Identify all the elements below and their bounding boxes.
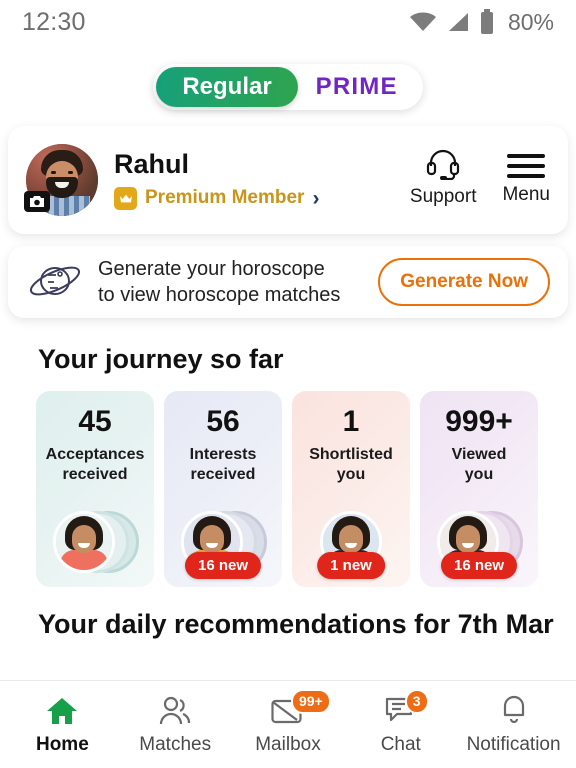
bell-icon — [499, 694, 529, 728]
profile-thumbnail — [53, 511, 115, 573]
header-actions: Support Menu — [410, 148, 550, 212]
wifi-icon — [409, 12, 436, 31]
journey-label-line2: you — [336, 466, 366, 483]
horoscope-line1: Generate your horoscope — [98, 257, 325, 280]
membership-row[interactable]: Premium Member › — [114, 186, 410, 210]
bottom-navigation: Home Matches 99+ Mailbox 3 Chat Notifica… — [0, 680, 576, 768]
journey-card-shortlisted[interactable]: 1 Shortlisted you 1 new — [292, 391, 410, 587]
nav-label: Matches — [139, 733, 212, 755]
nav-item-notification[interactable]: Notification — [460, 694, 568, 756]
nav-item-mailbox[interactable]: 99+ Mailbox — [234, 688, 342, 756]
membership-label: Premium Member — [145, 187, 305, 209]
journey-cards: 45 Acceptances received 56 Interests rec… — [0, 375, 576, 587]
chat-badge: 3 — [404, 688, 429, 714]
plan-toggle[interactable]: Regular PRIME — [153, 64, 423, 110]
battery-icon — [480, 9, 493, 34]
journey-label: Shortlisted you — [309, 445, 393, 485]
profile-texts: Rahul Premium Member › — [114, 149, 410, 210]
nav-label: Home — [35, 733, 89, 755]
status-time: 12:30 — [22, 7, 86, 36]
journey-thumbs — [36, 511, 154, 573]
hamburger-icon — [507, 148, 546, 178]
toggle-option-prime[interactable]: PRIME — [284, 67, 420, 107]
horoscope-text: Generate your horoscope to view horoscop… — [98, 256, 378, 309]
journey-label-line1: Shortlisted — [309, 446, 393, 463]
nav-label: Mailbox — [255, 733, 321, 755]
status-indicators: 80% — [409, 9, 554, 36]
battery-percent: 80% — [507, 8, 554, 35]
menu-label: Menu — [502, 184, 550, 205]
menu-button[interactable]: Menu — [502, 148, 550, 206]
nav-label: Chat — [380, 733, 421, 755]
journey-count: 56 — [206, 405, 240, 438]
journey-count: 45 — [78, 405, 112, 438]
journey-count: 1 — [342, 405, 360, 438]
planet-icon — [29, 266, 81, 296]
chat-bubble-icon: 3 — [385, 688, 429, 728]
people-icon — [158, 694, 192, 728]
journey-label-line1: Acceptances — [45, 446, 145, 463]
journey-label-line2: you — [464, 466, 494, 483]
home-icon — [46, 694, 78, 728]
new-badge: 1 new — [317, 552, 385, 579]
journey-card-interests[interactable]: 56 Interests received 16 new — [164, 391, 282, 587]
journey-label: Acceptances received — [46, 445, 145, 485]
profile-card[interactable]: Rahul Premium Member › Support Menu — [8, 126, 568, 234]
journey-label-line1: Interests — [189, 446, 257, 463]
journey-label: Interests received — [190, 445, 257, 485]
headset-icon — [427, 149, 460, 180]
horoscope-line2: to view horoscope matches — [98, 284, 341, 306]
support-label: Support — [409, 186, 477, 207]
journey-count: 999+ — [445, 405, 513, 438]
recommendations-title: Your daily recommendations for 7th Mar — [38, 609, 554, 639]
avatar[interactable] — [24, 144, 98, 216]
journey-card-viewed[interactable]: 999+ Viewed you 16 new — [420, 391, 538, 587]
app-screen: 12:30 80% Regular PRIME Rahul Premium Me… — [0, 0, 576, 768]
support-button[interactable]: Support — [409, 148, 477, 208]
plan-toggle-wrap: Regular PRIME — [0, 64, 576, 110]
journey-label-line1: Viewed — [451, 446, 507, 463]
mailbox-badge: 99+ — [290, 688, 331, 714]
journey-label-line2: received — [190, 466, 256, 483]
crown-icon — [114, 186, 137, 210]
generate-now-button[interactable]: Generate Now — [378, 258, 550, 306]
profile-name: Rahul — [114, 149, 190, 180]
nav-item-home[interactable]: Home — [8, 694, 116, 756]
journey-card-acceptances[interactable]: 45 Acceptances received — [36, 391, 154, 587]
toggle-option-regular[interactable]: Regular — [156, 67, 298, 107]
journey-label-line2: received — [62, 466, 128, 483]
new-badge: 16 new — [440, 552, 518, 579]
new-badge: 16 new — [184, 552, 262, 579]
signal-icon — [448, 13, 468, 31]
nav-item-matches[interactable]: Matches — [121, 694, 229, 756]
nav-item-chat[interactable]: 3 Chat — [347, 688, 455, 756]
nav-label: Notification — [466, 733, 561, 755]
journey-title: Your journey so far — [38, 344, 284, 374]
envelope-icon: 99+ — [271, 688, 331, 728]
horoscope-banner: Generate your horoscope to view horoscop… — [8, 246, 568, 318]
status-bar: 12:30 80% — [0, 0, 576, 44]
journey-label: Viewed you — [452, 445, 507, 485]
chevron-right-icon[interactable]: › — [312, 188, 319, 209]
camera-icon[interactable] — [24, 191, 50, 212]
